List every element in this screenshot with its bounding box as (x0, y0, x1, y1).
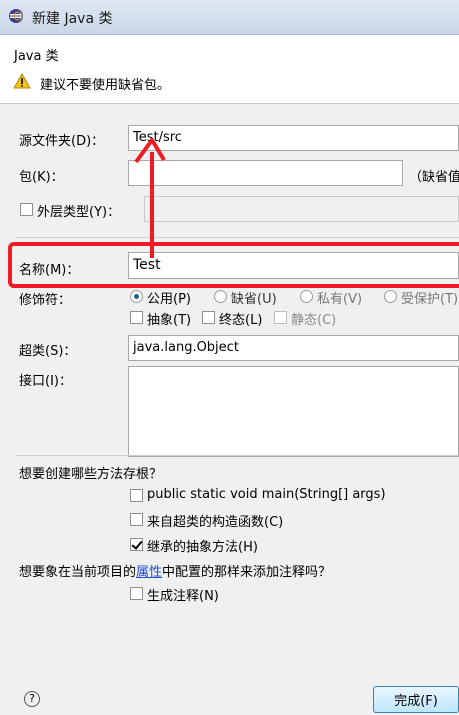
page-title: Java 类 (14, 49, 59, 64)
modifier-protected-radio[interactable] (384, 290, 397, 303)
static-label: 静态(C) (291, 313, 337, 328)
modifier-public-label: 公用(P) (147, 292, 191, 307)
source-folder-input[interactable]: Test/src (128, 125, 459, 151)
eclipse-window-icon (9, 9, 23, 23)
static-checkbox[interactable] (274, 311, 287, 324)
window-title: 新建 Java 类 (32, 11, 113, 27)
source-folder-label: 源文件夹(D)： (19, 134, 105, 149)
warning-icon (13, 73, 31, 89)
comments-question: 想要象在当前项目的属性中配置的那样来添加注释吗？ (19, 565, 332, 580)
abstract-checkbox[interactable] (130, 311, 143, 324)
modifier-default-label: 缺省(U) (231, 292, 277, 307)
interfaces-label: 接口(I)： (19, 374, 72, 389)
enclosing-type-label: 外层类型(Y)： (37, 205, 121, 220)
package-label: 包(K)： (19, 170, 64, 185)
warning-message: 建议不要使用缺省包。 (40, 78, 171, 93)
section-divider (16, 237, 459, 238)
main-method-label: public static void main(String[] args) (147, 487, 386, 502)
class-name-input[interactable]: Test (128, 252, 459, 279)
modifier-protected-label: 受保护(T) (401, 292, 459, 307)
section-divider (16, 455, 459, 456)
modifier-public-radio[interactable] (130, 290, 143, 303)
main-method-checkbox[interactable] (130, 489, 143, 502)
modifier-default-radio[interactable] (214, 290, 227, 303)
modifier-private-label: 私有(V) (317, 292, 363, 307)
help-icon[interactable]: ? (24, 691, 40, 707)
generate-comments-label: 生成注释(N) (147, 589, 219, 604)
abstract-label: 抽象(T) (147, 313, 192, 328)
package-default-hint: （缺省值 (409, 170, 459, 185)
name-label: 名称(M)： (19, 263, 80, 278)
method-stubs-question: 想要创建哪些方法存根？ (19, 467, 163, 482)
interfaces-list[interactable] (128, 366, 459, 457)
inherited-abstract-methods-label: 继承的抽象方法(H) (147, 540, 258, 555)
generate-comments-checkbox[interactable] (130, 587, 143, 600)
package-input[interactable] (128, 160, 403, 186)
modifiers-label: 修饰符： (19, 293, 72, 308)
superclass-constructors-label: 来自超类的构造函数(C) (147, 515, 284, 530)
final-label: 终态(L) (219, 313, 263, 328)
inherited-abstract-methods-checkbox[interactable] (130, 538, 143, 551)
properties-link[interactable]: 属性 (136, 565, 162, 580)
modifier-private-radio[interactable] (300, 290, 313, 303)
final-checkbox[interactable] (202, 311, 215, 324)
finish-button[interactable]: 完成(F) (373, 686, 459, 713)
wizard-header: Java 类 建议不要使用缺省包。 (0, 35, 459, 104)
superclass-label: 超类(S)： (19, 344, 77, 359)
enclosing-type-checkbox[interactable] (20, 203, 33, 216)
superclass-constructors-checkbox[interactable] (130, 513, 143, 526)
window-titlebar: 新建 Java 类 (0, 0, 459, 35)
superclass-input[interactable]: java.lang.Object (128, 335, 459, 361)
enclosing-type-input[interactable] (144, 196, 459, 222)
